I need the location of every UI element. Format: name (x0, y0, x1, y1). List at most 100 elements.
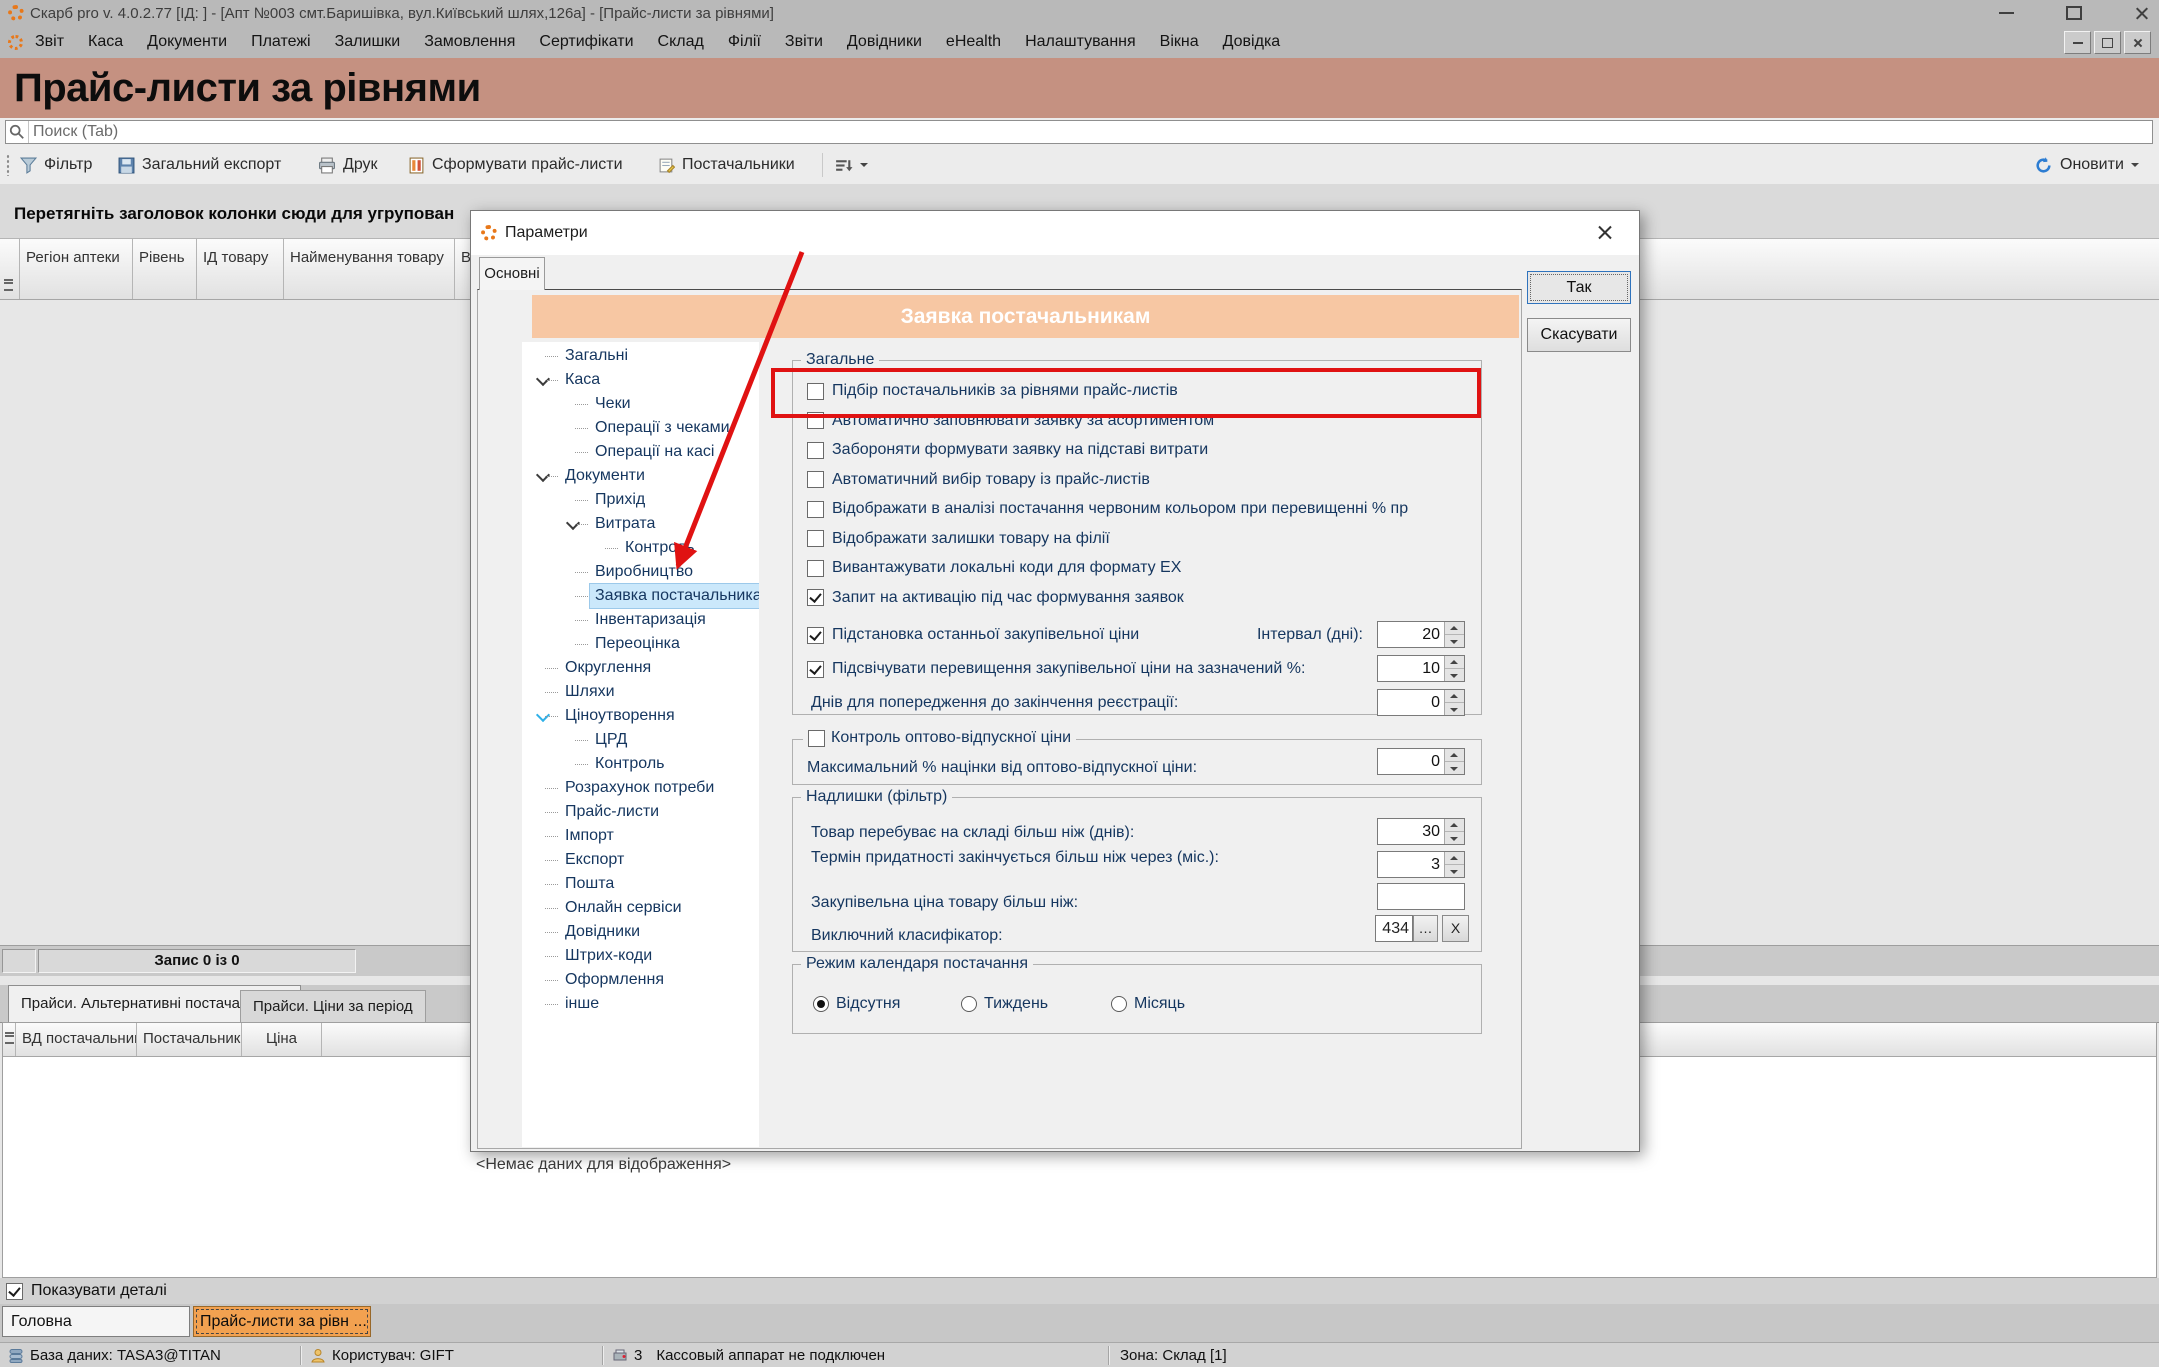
expiry-months-spinner[interactable]: 3 (1377, 851, 1465, 878)
chevron-down-icon[interactable] (536, 708, 550, 722)
checkbox-row[interactable]: Відображати в аналізі постачання червони… (807, 497, 1473, 521)
print-button[interactable]: Друк (318, 146, 378, 184)
column-header-supplier[interactable]: Постачальник (137, 1023, 242, 1056)
tree-item[interactable]: ЦРД (522, 728, 759, 752)
tree-item[interactable]: Чеки (522, 392, 759, 416)
cancel-button[interactable]: Скасувати (1527, 318, 1631, 352)
menu-item[interactable]: Філії (716, 26, 773, 58)
radio-option-week[interactable]: Тиждень (961, 993, 1048, 1015)
tree-item[interactable]: Імпорт (522, 824, 759, 848)
radio-option-absent[interactable]: Відсутня (813, 993, 900, 1015)
chevron-down-icon[interactable] (536, 372, 550, 386)
spin-up-icon[interactable] (1445, 622, 1464, 635)
close-icon[interactable] (2134, 6, 2149, 21)
spin-up-icon[interactable] (1445, 819, 1464, 832)
checkbox-row[interactable]: Забороняти формувати заявку на підставі … (807, 438, 1473, 462)
spinner-value[interactable]: 3 (1378, 852, 1444, 877)
radio-button[interactable] (1111, 996, 1127, 1012)
checkbox[interactable] (807, 589, 824, 606)
show-details-checkbox[interactable] (6, 1283, 23, 1300)
checkbox-row[interactable]: Вивантажувати локальні коди для формату … (807, 556, 1473, 580)
suppliers-button[interactable]: Постачальники (658, 146, 795, 184)
mdi-close-button[interactable] (2124, 31, 2151, 54)
tree-item[interactable]: Округлення (522, 656, 759, 680)
column-header-price[interactable]: Ціна (242, 1023, 322, 1056)
spin-down-icon[interactable] (1445, 865, 1464, 877)
menu-item[interactable]: Сертифікати (527, 26, 645, 58)
tree-item[interactable]: Шляхи (522, 680, 759, 704)
search-box[interactable] (5, 120, 2153, 144)
menu-item[interactable]: Склад (646, 26, 716, 58)
column-header-product-id[interactable]: ІД товару (197, 239, 284, 299)
tree-item[interactable]: Розрахунок потреби (522, 776, 759, 800)
tree-item[interactable]: Документи (522, 464, 759, 488)
generate-pricelists-button[interactable]: Сформувати прайс-листи (408, 146, 623, 184)
checkbox[interactable] (807, 661, 824, 678)
spin-down-icon[interactable] (1445, 703, 1464, 715)
spinner-value[interactable]: 30 (1378, 819, 1444, 844)
tree-item[interactable]: Експорт (522, 848, 759, 872)
column-header-product-name[interactable]: Найменування товару (284, 239, 455, 299)
tree-item[interactable]: Контроль (522, 536, 759, 560)
maximize-icon[interactable] (2066, 6, 2082, 20)
mdi-restore-button[interactable] (2094, 31, 2121, 54)
spin-up-icon[interactable] (1445, 690, 1464, 703)
spin-up-icon[interactable] (1445, 656, 1464, 669)
tree-item[interactable]: Контроль (522, 752, 759, 776)
checkbox[interactable] (808, 730, 825, 747)
menu-item[interactable]: Каса (76, 26, 135, 58)
chevron-down-icon[interactable] (566, 516, 580, 530)
checkbox[interactable] (807, 471, 824, 488)
tree-item[interactable]: Каса (522, 368, 759, 392)
sort-menu-button[interactable] (834, 146, 868, 184)
spin-down-icon[interactable] (1445, 762, 1464, 774)
tree-item[interactable]: Штрих-коди (522, 944, 759, 968)
menu-item[interactable]: Налаштування (1013, 26, 1148, 58)
tree-item[interactable]: Операції з чеками (522, 416, 759, 440)
menu-item[interactable]: Документи (135, 26, 239, 58)
group-legend-checkbox-row[interactable]: Контроль оптово-відпускної ціни (803, 729, 1076, 747)
tree-item[interactable]: Загальні (522, 344, 759, 368)
max-markup-spinner[interactable]: 0 (1377, 748, 1465, 775)
spinner-value[interactable]: 0 (1378, 690, 1444, 715)
tree-item[interactable]: Витрата (522, 512, 759, 536)
tree-item[interactable]: Виробництво (522, 560, 759, 584)
spinner-value[interactable]: 20 (1378, 622, 1444, 647)
tree-item[interactable]: Переоцінка (522, 632, 759, 656)
checkbox[interactable] (807, 501, 824, 518)
highlight-percent-spinner[interactable]: 10 (1377, 655, 1465, 682)
tree-item[interactable]: Довідники (522, 920, 759, 944)
checkbox-row[interactable]: Підсвічувати перевищення закупівельної ц… (807, 655, 1305, 683)
tab-pricelists-by-levels[interactable]: Прайс-листи за рівн ... (193, 1306, 371, 1337)
mdi-minimize-button[interactable] (2064, 31, 2091, 54)
tree-item[interactable]: Пошта (522, 872, 759, 896)
tree-item[interactable]: Ціноутворення (522, 704, 759, 728)
column-header-supplier-id[interactable]: ВД постачальника (16, 1023, 137, 1056)
menu-item[interactable]: eHealth (934, 26, 1013, 58)
spin-up-icon[interactable] (1445, 852, 1464, 865)
filter-button[interactable]: Фільтр (20, 146, 92, 184)
spin-down-icon[interactable] (1445, 832, 1464, 844)
checkbox-row[interactable]: Підстановка останньої закупівельної ціни (807, 621, 1139, 649)
checkbox[interactable] (807, 627, 824, 644)
stock-days-spinner[interactable]: 30 (1377, 818, 1465, 845)
purchase-price-input[interactable] (1377, 883, 1465, 910)
tree-item[interactable]: Заявка постачальникам (522, 584, 759, 608)
menu-item[interactable]: Довідка (1211, 26, 1293, 58)
spin-up-icon[interactable] (1445, 749, 1464, 762)
classifier-clear-button[interactable]: X (1442, 915, 1469, 942)
radio-option-month[interactable]: Місяць (1111, 993, 1185, 1015)
toolbar-grip[interactable] (6, 154, 10, 176)
tab-home[interactable]: Головна (2, 1306, 190, 1337)
menu-item[interactable]: Залишки (323, 26, 413, 58)
menu-item[interactable]: Звіт (23, 26, 76, 58)
checkbox[interactable] (807, 560, 824, 577)
spin-down-icon[interactable] (1445, 669, 1464, 681)
search-input[interactable] (29, 121, 2152, 143)
chevron-down-icon[interactable] (536, 468, 550, 482)
tab-osnovni[interactable]: Основні (479, 257, 545, 290)
export-button[interactable]: Загальний експорт (118, 146, 281, 184)
spin-down-icon[interactable] (1445, 635, 1464, 647)
classifier-browse-button[interactable]: … (1413, 915, 1438, 942)
tree-item[interactable]: Онлайн сервіси (522, 896, 759, 920)
